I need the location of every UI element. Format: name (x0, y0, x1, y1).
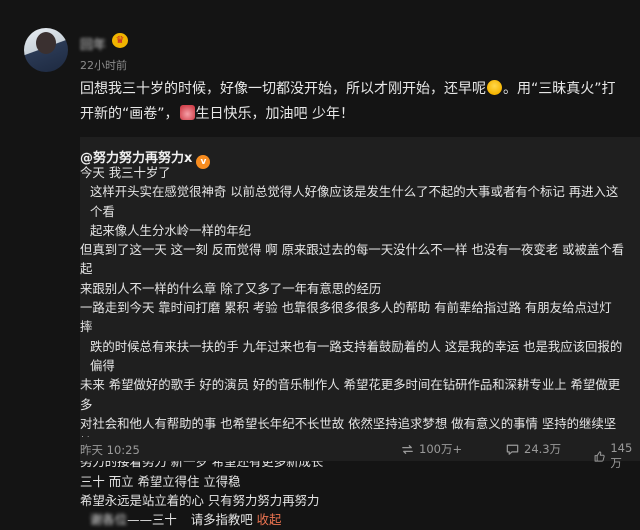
last-line-end: 请多指教吧 (190, 512, 253, 528)
last-line-mid: ——三十 (127, 512, 177, 528)
post-text: 回想我三十岁的时候，好像一切都没开始，所以才刚开始，还早呢 。用“三昧真火”打开新… (80, 77, 620, 127)
laugh-emoji-icon (487, 80, 502, 95)
repost-last-line: 谢各位——三十​请多指教吧 收起 (80, 510, 625, 529)
repost-line: 起来像人生分水岭一样的年纪 (90, 222, 252, 238)
post-time[interactable]: 22小时前 (80, 57, 127, 73)
like-icon (594, 450, 605, 462)
repost-line: 这样开头实在感觉很神奇 以前总觉得人好像应该是发生什么了不起的大事或者有个标记 … (90, 184, 619, 219)
repost-line: 来跟别人不一样的什么章 除了又多了一年有意思的经历 (80, 280, 382, 296)
repost-card[interactable]: @努力努力再努力x v 今天 我三十岁了 这样开头实在感觉很神奇 以前总觉得人好像… (80, 137, 640, 527)
post-text-part-1: 回想我三十岁的时候，好像一切都没开始，所以才刚开始，还早呢 (80, 81, 486, 97)
comment-stat[interactable]: 24.3万 (505, 441, 561, 457)
repost-icon (402, 444, 413, 454)
birthday-cake-icon (179, 105, 195, 120)
repost-date[interactable]: 昨天 10:25 (80, 442, 140, 458)
collapse-link[interactable]: 收起 (257, 512, 282, 527)
crown-icon: ♛ (112, 33, 128, 48)
repost-line: 今天 我三十岁了 (80, 165, 171, 180)
comment-icon (506, 444, 519, 455)
repost-line: 未来 希望做好的歌手 好的演员 好的音乐制作人 希望花更多时间在钻研作品和深耕专… (80, 377, 621, 412)
repost-body: 今天 我三十岁了 这样开头实在感觉很神奇 以前总觉得人好像应该是发生什么了不起的… (80, 163, 625, 530)
repost-count: 100万+ (419, 442, 463, 456)
username[interactable]: 回年 (80, 34, 106, 53)
repost-line: 跌的时候总有来扶一扶的手 九年过来也有一路支持着鼓励着的人 这是我的幸运 也是我… (90, 338, 623, 373)
like-count: 145万 (610, 441, 633, 470)
repost-line: 三十 而立 希望立得住 立得稳 (80, 473, 241, 489)
like-stat[interactable]: 145万 (593, 441, 640, 471)
comment-count: 24.3万 (524, 442, 562, 456)
avatar[interactable] (24, 28, 68, 72)
blurred-text: 谢各位 (90, 512, 128, 528)
repost-line: 希望永远是站立着的心 只有努力努力再努力 (80, 493, 320, 509)
repost-footer: 昨天 10:25 100万+ 24.3万 145万 (80, 437, 640, 470)
post-text-part-3: 生日快乐，加油吧 少年！ (195, 106, 354, 122)
repost-stat[interactable]: 100万+ (400, 441, 462, 457)
repost-line: 一路走到今天 靠时间打磨 累积 考验 也靠很多很多很多人的帮助 有前辈给指过路 … (80, 300, 612, 335)
repost-line: 但真到了这一天 这一刻 反而觉得 啊 原来跟过去的每一天没什么不一样 也没有一夜… (80, 242, 625, 277)
